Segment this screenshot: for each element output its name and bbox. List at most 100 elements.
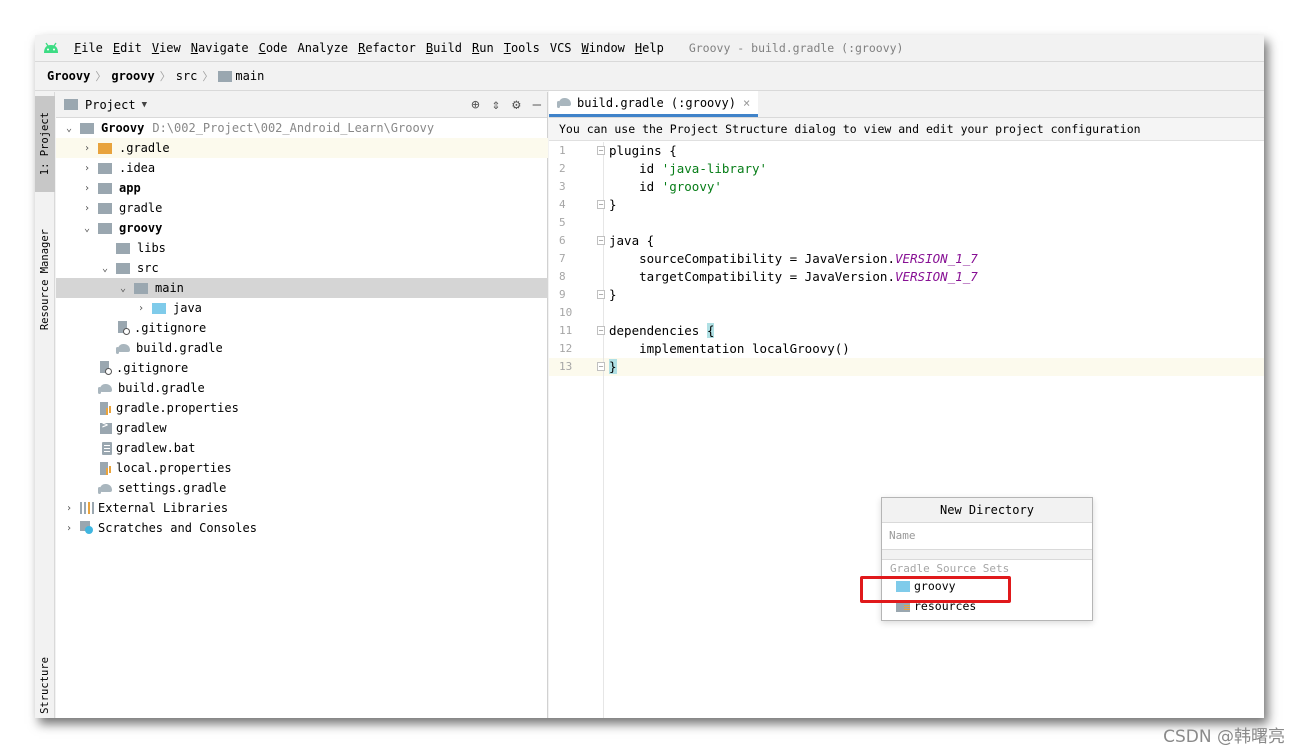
chevron-right-icon[interactable]: ›: [64, 523, 74, 534]
chevron-right-icon[interactable]: ›: [64, 503, 74, 514]
menu-code[interactable]: Code: [254, 41, 293, 55]
fold-icon[interactable]: −: [597, 326, 605, 335]
menu-edit[interactable]: Edit: [108, 41, 147, 55]
popup-title: New Directory: [882, 498, 1092, 523]
chevron-down-icon[interactable]: ⌄: [82, 223, 92, 234]
code-line: − java {: [597, 233, 655, 248]
tab-project[interactable]: 1: Project: [35, 96, 55, 192]
ignore-file-icon: [118, 321, 130, 335]
chevron-down-icon[interactable]: ⌄: [64, 123, 74, 134]
close-icon[interactable]: ×: [743, 96, 750, 110]
locate-icon[interactable]: ⊕: [471, 97, 479, 113]
tree-item-groovy-root[interactable]: ⌄ Groovy D:\002_Project\002_Android_Lear…: [56, 118, 548, 138]
tree-item-gradle-dir[interactable]: › .gradle: [56, 138, 548, 158]
menu-run[interactable]: Run: [467, 41, 499, 55]
chevron-down-icon[interactable]: ⌄: [118, 283, 128, 294]
menu-window[interactable]: Window: [577, 41, 630, 55]
tree-item-local-properties[interactable]: local.properties: [56, 458, 548, 478]
code-line-current: −}: [597, 358, 1264, 376]
tree-item-app[interactable]: › app: [56, 178, 548, 198]
chevron-right-icon[interactable]: ›: [82, 143, 92, 154]
gradle-icon: [98, 483, 114, 494]
tree-item-external-libraries[interactable]: › External Libraries: [56, 498, 548, 518]
fold-icon[interactable]: −: [597, 236, 605, 245]
tab-structure[interactable]: Structure: [35, 652, 55, 718]
folder-icon: [116, 262, 130, 274]
tree-item-src[interactable]: ⌄ src: [56, 258, 548, 278]
chevron-right-icon[interactable]: ›: [82, 163, 92, 174]
fold-icon[interactable]: −: [597, 146, 605, 155]
tree-item-groovy-module[interactable]: ⌄ groovy: [56, 218, 548, 238]
folder-icon: [98, 142, 112, 154]
tab-resource-manager[interactable]: Resource Manager: [35, 210, 55, 350]
tree-item-module-build-gradle[interactable]: build.gradle: [56, 338, 548, 358]
breadcrumb-item-src[interactable]: src: [176, 69, 198, 83]
fold-icon[interactable]: −: [597, 362, 605, 371]
code-area[interactable]: 1 2 3 4 5 6 7 8 9 10 11 12 13 − plugins {…: [549, 142, 1264, 718]
ignore-file-icon: [100, 361, 112, 375]
project-panel-header: Project ▼ ⊕ ⇕ ⚙ —: [56, 92, 547, 118]
folder-icon: [98, 202, 112, 214]
properties-file-icon: [100, 461, 112, 475]
directory-name-input[interactable]: Name: [882, 523, 1092, 550]
chevron-right-icon[interactable]: ›: [82, 183, 92, 194]
menu-file[interactable]: File: [69, 41, 108, 55]
code-line: id 'groovy': [609, 179, 722, 194]
project-view-selector[interactable]: Project: [85, 98, 136, 112]
folder-icon: [218, 70, 233, 82]
gradle-icon: [557, 97, 573, 108]
tree-item-root-gitignore[interactable]: .gitignore: [56, 358, 548, 378]
line-number-gutter: 1 2 3 4 5 6 7 8 9 10 11 12 13: [549, 142, 604, 718]
breadcrumb-item-main[interactable]: main: [235, 69, 264, 83]
breadcrumb-separator: 〉: [159, 70, 171, 83]
menu-bar: File Edit View Navigate Code Analyze Ref…: [35, 35, 1264, 61]
chevron-down-icon[interactable]: ▼: [142, 100, 147, 110]
code-line: id 'java-library': [609, 161, 768, 176]
menu-help[interactable]: Help: [630, 41, 669, 55]
tree-item-module-gitignore[interactable]: .gitignore: [56, 318, 548, 338]
code-line: −}: [597, 197, 617, 212]
module-folder-icon: [98, 222, 112, 234]
tree-item-scratches[interactable]: › Scratches and Consoles: [56, 518, 548, 538]
gradle-icon: [98, 383, 114, 394]
chevron-right-icon[interactable]: ›: [136, 303, 146, 314]
minimize-icon[interactable]: —: [533, 97, 541, 113]
popup-divider: [882, 550, 1092, 560]
tree-item-gradlew-bat[interactable]: gradlew.bat: [56, 438, 548, 458]
menu-vcs[interactable]: VCS: [545, 41, 577, 55]
code-line: sourceCompatibility = JavaVersion.VERSIO…: [609, 251, 978, 266]
left-tool-strip: 1: Project Resource Manager Structure: [35, 92, 55, 718]
menu-refactor[interactable]: Refactor: [353, 41, 421, 55]
tree-item-gradlew[interactable]: gradlew: [56, 418, 548, 438]
breadcrumb-item-groovy-module[interactable]: groovy: [111, 69, 154, 83]
tree-item-gradle[interactable]: › gradle: [56, 198, 548, 218]
tree-item-settings-gradle[interactable]: settings.gradle: [56, 478, 548, 498]
collapse-all-icon[interactable]: ⇕: [492, 97, 500, 113]
tree-item-root-build-gradle[interactable]: build.gradle: [56, 378, 548, 398]
menu-navigate[interactable]: Navigate: [186, 41, 254, 55]
code-line: implementation localGroovy(): [609, 341, 850, 356]
menu-build[interactable]: Build: [421, 41, 467, 55]
tree-item-java[interactable]: › java: [56, 298, 548, 318]
breadcrumb-item-groovy-project[interactable]: Groovy: [47, 69, 90, 83]
menu-view[interactable]: View: [147, 41, 186, 55]
chevron-down-icon[interactable]: ⌄: [100, 263, 110, 274]
fold-icon[interactable]: −: [597, 200, 605, 209]
scratches-icon: [80, 521, 94, 535]
gear-icon[interactable]: ⚙: [512, 97, 520, 113]
folder-icon: [98, 162, 112, 174]
menu-analyze[interactable]: Analyze: [293, 41, 354, 55]
menu-tools[interactable]: Tools: [499, 41, 545, 55]
tree-item-gradle-properties[interactable]: gradle.properties: [56, 398, 548, 418]
code-line: − dependencies {: [597, 323, 715, 338]
notification-banner: You can use the Project Structure dialog…: [549, 118, 1264, 141]
fold-icon[interactable]: −: [597, 290, 605, 299]
tree-item-idea[interactable]: › .idea: [56, 158, 548, 178]
tree-item-libs[interactable]: libs: [56, 238, 548, 258]
breadcrumb-separator: 〉: [202, 70, 214, 83]
chevron-right-icon[interactable]: ›: [82, 203, 92, 214]
tab-build-gradle[interactable]: build.gradle (:groovy) ×: [549, 91, 759, 117]
tree-item-main[interactable]: ⌄ main: [56, 278, 548, 298]
project-view-icon: [64, 99, 78, 110]
